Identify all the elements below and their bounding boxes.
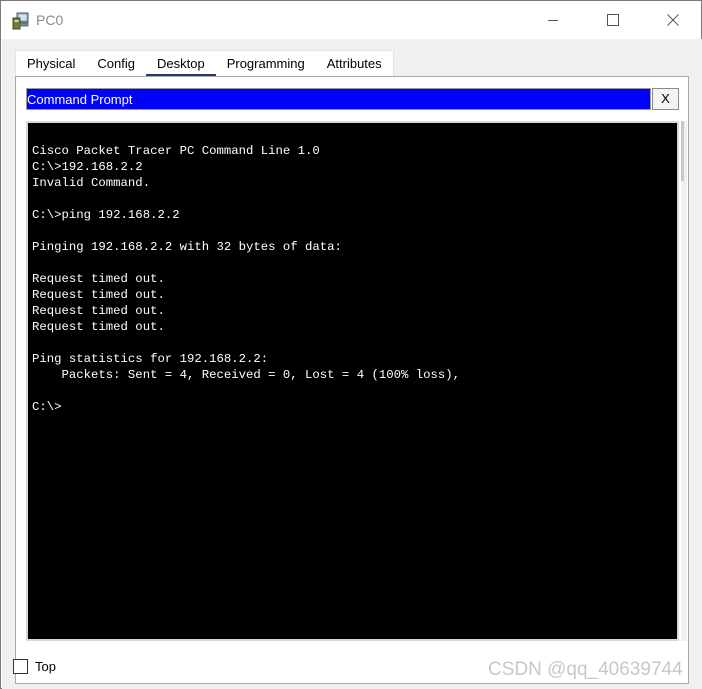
tab-config[interactable]: Config xyxy=(86,51,146,77)
top-checkbox-label: Top xyxy=(35,659,56,674)
maximize-icon xyxy=(607,14,619,26)
terminal-line: Request timed out. xyxy=(32,272,165,286)
terminal-line: Request timed out. xyxy=(32,288,165,302)
command-prompt-title: Command Prompt xyxy=(26,88,651,110)
desktop-panel: Command Prompt X Cisco Packet Tracer PC … xyxy=(15,76,689,684)
terminal-line: C:\>192.168.2.2 xyxy=(32,160,143,174)
tab-bar: Physical Config Desktop Programming Attr… xyxy=(15,50,394,77)
terminal-line: C:\> xyxy=(32,400,62,414)
minimize-icon xyxy=(548,20,558,21)
packet-tracer-pc-icon xyxy=(11,11,31,31)
terminal-line: Cisco Packet Tracer PC Command Line 1.0 xyxy=(32,144,320,158)
terminal-line: Pinging 192.168.2.2 with 32 bytes of dat… xyxy=(32,240,342,254)
window-title: PC0 xyxy=(36,12,64,28)
terminal-line: Request timed out. xyxy=(32,304,165,318)
tab-desktop[interactable]: Desktop xyxy=(146,51,216,77)
close-button[interactable] xyxy=(650,1,696,39)
terminal-line: Request timed out. xyxy=(32,320,165,334)
window-content: Physical Config Desktop Programming Attr… xyxy=(2,39,702,689)
scrollbar-thumb[interactable] xyxy=(681,121,684,181)
top-checkbox[interactable] xyxy=(13,659,28,674)
close-icon xyxy=(667,14,679,26)
tab-attributes[interactable]: Attributes xyxy=(316,51,393,77)
terminal-scrollbar[interactable] xyxy=(681,121,687,641)
pc0-window: PC0 Physical Config Desktop Programming … xyxy=(0,0,702,689)
watermark-text: CSDN @qq_40639744 xyxy=(488,659,683,680)
terminal-line: C:\>ping 192.168.2.2 xyxy=(32,208,180,222)
tab-physical[interactable]: Physical xyxy=(16,51,86,77)
command-prompt-close-button[interactable]: X xyxy=(652,88,679,110)
minimize-button[interactable] xyxy=(530,1,576,39)
terminal-line: Packets: Sent = 4, Received = 0, Lost = … xyxy=(32,368,461,382)
maximize-button[interactable] xyxy=(590,1,636,39)
tab-programming[interactable]: Programming xyxy=(216,51,316,77)
command-prompt-terminal[interactable]: Cisco Packet Tracer PC Command Line 1.0 C… xyxy=(26,121,679,641)
terminal-line: Ping statistics for 192.168.2.2: xyxy=(32,352,269,366)
terminal-line: Invalid Command. xyxy=(32,176,151,190)
title-bar[interactable]: PC0 xyxy=(1,1,701,39)
